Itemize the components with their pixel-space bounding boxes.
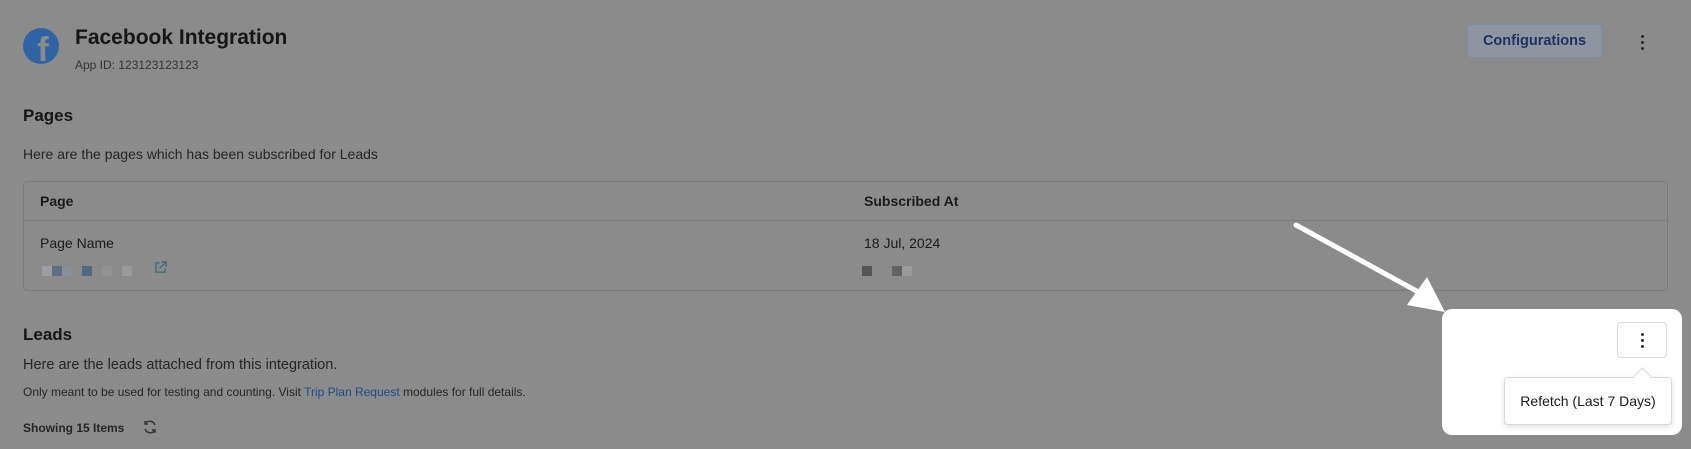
more-options-icon[interactable] xyxy=(1632,30,1652,54)
app-id-label: App ID: 123123123123 xyxy=(75,58,199,72)
leads-note: Only meant to be used for testing and co… xyxy=(23,385,526,399)
facebook-icon: f xyxy=(23,28,59,64)
pages-description: Here are the pages which has been subscr… xyxy=(23,146,378,162)
trip-plan-request-link[interactable]: Trip Plan Request xyxy=(304,385,400,399)
column-header-subscribed-at: Subscribed At xyxy=(864,193,959,209)
items-count: Showing 15 Items xyxy=(23,421,125,435)
leads-heading: Leads xyxy=(23,325,73,344)
refresh-icon[interactable] xyxy=(142,419,158,435)
dropdown-menu-item-refetch[interactable]: Refetch (Last 7 Days) xyxy=(1504,377,1672,425)
vertical-dots-icon xyxy=(1640,332,1644,336)
leads-description: Here are the leads attached from this in… xyxy=(23,357,338,373)
page-name-cell: Page Name xyxy=(40,235,114,251)
leads-note-suffix: modules for full details. xyxy=(399,385,526,399)
table-header-row: Page Subscribed At xyxy=(24,182,1667,221)
redacted-subscriber xyxy=(862,263,922,276)
redacted-page-id xyxy=(42,263,147,276)
callout-arrow xyxy=(1293,222,1445,312)
subscribed-at-cell: 18 Jul, 2024 xyxy=(864,235,941,251)
external-link-icon[interactable] xyxy=(154,261,167,274)
column-header-page: Page xyxy=(40,193,74,209)
leads-note-prefix: Only meant to be used for testing and co… xyxy=(23,385,305,399)
configurations-button[interactable]: Configurations xyxy=(1467,24,1602,58)
pages-heading: Pages xyxy=(23,106,74,125)
page-title: Facebook Integration xyxy=(75,26,288,49)
leads-more-options-button[interactable] xyxy=(1617,322,1667,358)
